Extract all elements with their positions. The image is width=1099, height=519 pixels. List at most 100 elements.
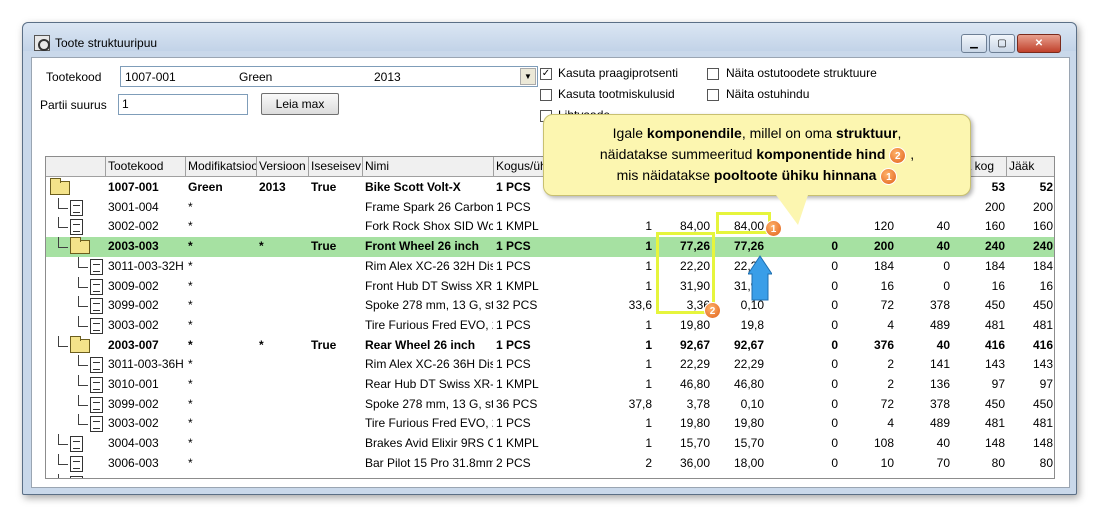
partii-input[interactable]: 1 [118, 94, 248, 115]
header-kogus[interactable]: Kogus/ühik [494, 157, 546, 177]
table-row[interactable]: 3099-002 * Spoke 278 mm, 13 G, sta 36 PCS 37… [46, 394, 1054, 415]
structure-grid[interactable]: Tootekood Modifikatsioon Versioon Isesei… [45, 156, 1055, 479]
cell-name: Brakes Avid Elixir 9RS C. [365, 436, 493, 451]
cell-c7: 1 [645, 239, 652, 254]
cell-name: Tire Furious Fred EVO, 2 [365, 317, 493, 332]
folder-icon[interactable] [50, 178, 70, 195]
document-icon[interactable] [70, 455, 83, 472]
close-button[interactable]: ✕ [1017, 34, 1061, 53]
tootekood-combo[interactable]: 1007-001 Green 2013 ▼ [120, 66, 538, 87]
cell-c8: 23,00 [654, 476, 710, 479]
table-row[interactable]: 3010-001 * Rear Hub DT Swiss XR-I 1 KMPL 1 46… [46, 375, 1054, 395]
checkbox-ostutooted[interactable] [707, 68, 719, 80]
tree-connector [58, 227, 68, 229]
folder-icon[interactable] [70, 237, 90, 255]
combo-mod: Green [239, 70, 273, 84]
header-modifikatsioon[interactable]: Modifikatsioon [186, 157, 257, 177]
folder-icon[interactable] [70, 335, 90, 353]
cell-c13: 416 [984, 337, 1005, 352]
document-icon[interactable] [90, 298, 103, 315]
chevron-down-icon[interactable]: ▼ [520, 68, 536, 85]
cell-qty: 1 PCS [496, 337, 531, 352]
cell-code: 3009-002 [108, 278, 159, 293]
cell-c7: 1 [645, 337, 652, 352]
cell-c10: 0 [831, 298, 838, 313]
find-max-button[interactable]: Leia max [261, 93, 339, 115]
document-icon[interactable] [70, 436, 83, 453]
table-row[interactable]: 2003-007 * * True Rear Wheel 26 inch 1 PCS 1 92… [46, 335, 1054, 356]
table-row[interactable]: 3008-001*Saddle Scott Voltage1 PCS123,00… [46, 473, 1054, 479]
arrow-up-icon [748, 255, 772, 301]
document-icon[interactable] [70, 219, 83, 236]
maximize-button[interactable]: ▢ [989, 34, 1015, 53]
table-row[interactable]: 3003-002 * Tire Furious Fred EVO, 21 PCS 1 1… [46, 315, 1054, 336]
document-icon[interactable] [90, 357, 103, 374]
cell-c14: 52 [1039, 180, 1053, 194]
callout-text: , millel on oma [741, 125, 836, 141]
table-row[interactable]: 3002-002 * Fork Rock Shox SID Wc 1 KMPL 1 84,… [46, 217, 1054, 237]
cell-c13: 97 [991, 377, 1005, 391]
callout-text: mis näidatakse [616, 167, 714, 183]
checkbox-tootmiskulud[interactable] [540, 89, 552, 101]
table-row[interactable]: 3099-002 * Spoke 278 mm, 13 G, sta 32 PCS 33… [46, 296, 1054, 316]
document-icon[interactable] [90, 317, 103, 334]
tree-connector [58, 473, 59, 478]
header-tree [46, 157, 106, 177]
checkbox-label: Näita ostuhindu [726, 87, 810, 101]
header-jaak[interactable]: Jääk [1007, 157, 1054, 177]
cell-c13: 450 [984, 298, 1005, 313]
document-icon[interactable] [90, 258, 103, 275]
cell-qty: 1 PCS [496, 239, 531, 254]
cell-c13: 184 [984, 258, 1005, 273]
cell-c13: 160 [984, 219, 1005, 234]
document-icon[interactable] [70, 199, 83, 216]
cell-c14: 80 [1039, 455, 1053, 470]
header-tootekood[interactable]: Tootekood [106, 157, 186, 177]
cell-c9: 18,00 [733, 455, 764, 470]
cell-name: Rear Hub DT Swiss XR-I [365, 377, 493, 391]
document-icon[interactable] [90, 377, 103, 393]
table-row[interactable]: 3003-002 * Tire Furious Fred EVO, 21 PCS 1 1… [46, 414, 1054, 434]
cell-c10: 0 [831, 278, 838, 293]
header-nimi[interactable]: Nimi [363, 157, 494, 177]
table-row[interactable]: 3006-003 * Bar Pilot 15 Pro 31.8mm 2 PCS 2 36… [46, 453, 1054, 474]
cell-c11: 72 [880, 396, 894, 411]
cell-c14: 481 [1032, 416, 1053, 431]
cell-c10: 0 [831, 258, 838, 273]
cell-c12: 378 [929, 396, 950, 411]
cell-mod: * [188, 199, 193, 214]
checkbox-ostuhind[interactable] [707, 89, 719, 101]
cell-c8: 46,80 [679, 377, 710, 391]
table-row[interactable]: 3001-004 * Frame Spark 26 Carbon, 1 PCS 200 2… [46, 197, 1054, 218]
table-row[interactable]: 3004-003 * Brakes Avid Elixir 9RS C. 1 KMPL… [46, 434, 1054, 454]
table-row[interactable]: 3009-002 * Front Hub DT Swiss XR 1 KMPL 1 31,… [46, 276, 1054, 297]
document-icon[interactable] [70, 475, 83, 478]
table-row[interactable]: 3011-003-36H * Rim Alex XC-26 36H Disc 1 PC… [46, 355, 1054, 375]
cell-c12: 489 [929, 416, 950, 431]
cell-c13: 200 [984, 199, 1005, 214]
callout-text: Igale [612, 125, 647, 141]
cell-mod: Green [188, 180, 223, 194]
cell-c11: 2 [887, 357, 894, 372]
document-icon[interactable] [90, 416, 103, 433]
table-row[interactable]: 2003-003 * * True Front Wheel 26 inch 1 PCS 1 7… [46, 237, 1054, 257]
cell-c7: 1 [645, 258, 652, 273]
checkbox-praagiprotsent[interactable]: ✓ [540, 68, 552, 80]
document-icon[interactable] [90, 278, 103, 295]
tree-connector [78, 414, 79, 426]
cell-c14: 16 [1039, 278, 1053, 293]
cell-c12: 40 [936, 219, 950, 234]
cell-c7: 1 [645, 219, 652, 234]
document-icon[interactable] [90, 396, 103, 413]
cell-qty: 1 PCS [496, 258, 531, 273]
table-row[interactable]: 3011-003-32H * Rim Alex XC-26 32H Disc 1 PC… [46, 256, 1054, 277]
cell-c7: 2 [645, 455, 652, 470]
minimize-button[interactable]: ▁ [961, 34, 987, 53]
cell-c14: 240 [1032, 239, 1053, 254]
header-versioon[interactable]: Versioon [257, 157, 309, 177]
cell-c11: 10 [880, 455, 894, 470]
cell-c11: 184 [873, 258, 894, 273]
header-iseseisev[interactable]: Iseseisev [309, 157, 363, 177]
cell-c14: 144 [1007, 476, 1053, 479]
tree-connector [78, 296, 79, 308]
